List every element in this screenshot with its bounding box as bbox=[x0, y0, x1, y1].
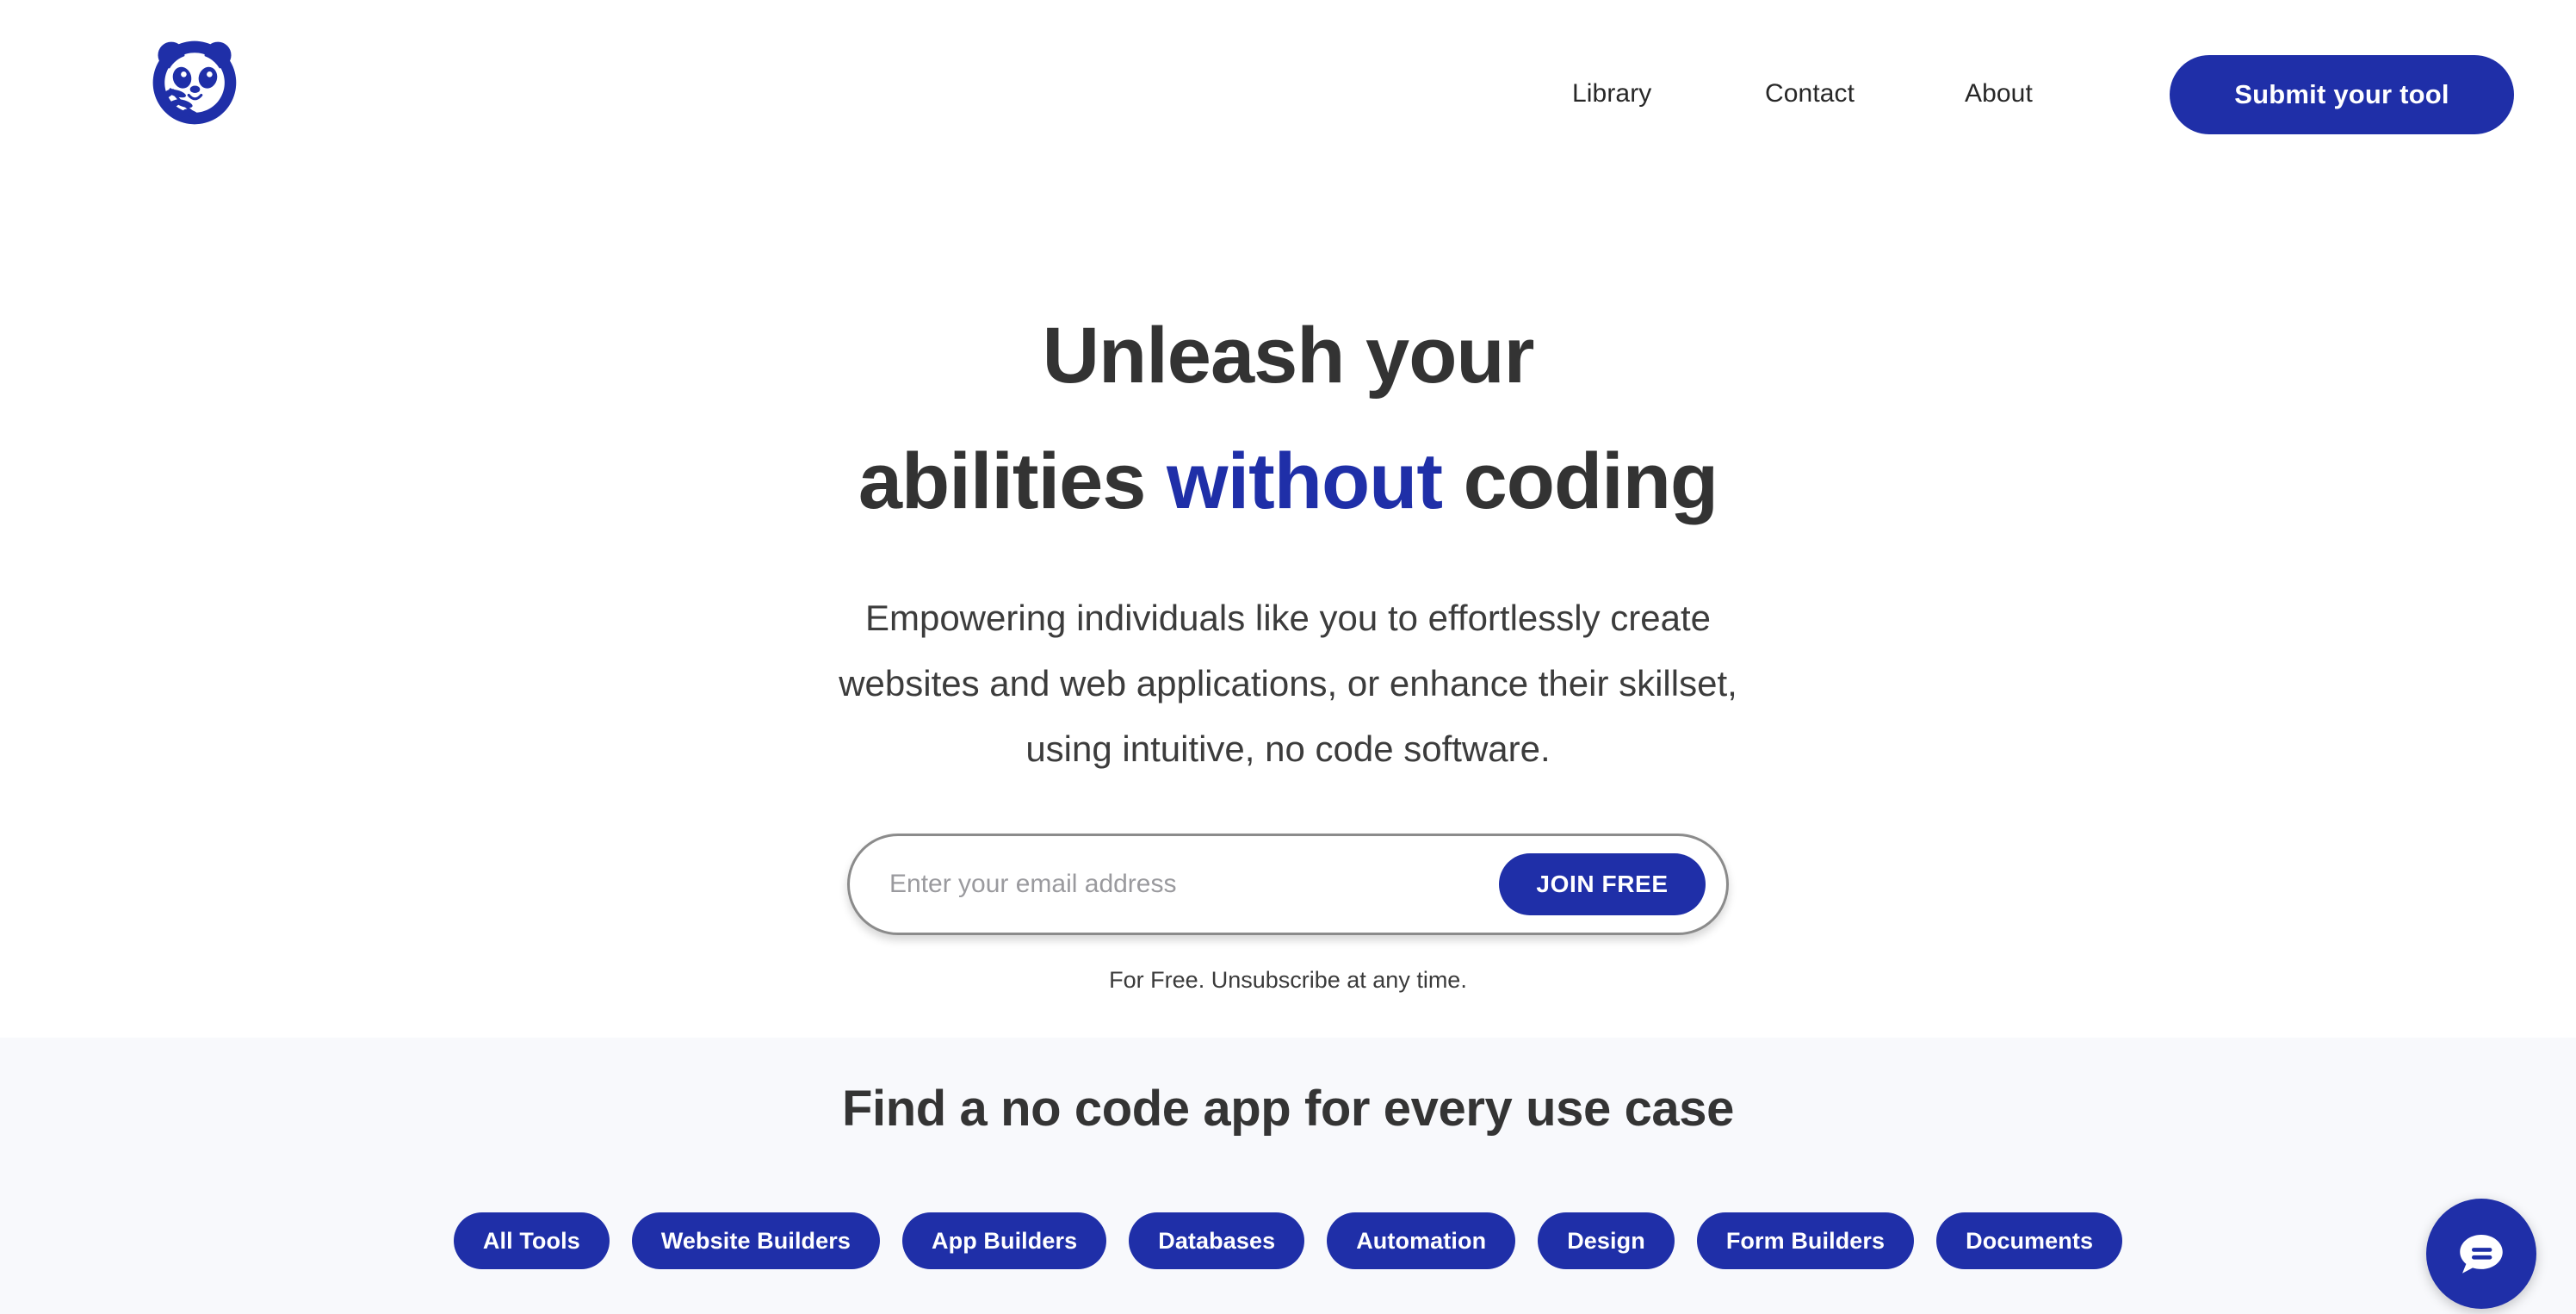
hero-subtitle-line-2: websites and web applications, or enhanc… bbox=[839, 663, 1737, 703]
category-pill-all-tools[interactable]: All Tools bbox=[453, 1212, 610, 1269]
category-pill-databases[interactable]: Databases bbox=[1129, 1212, 1305, 1269]
submit-your-tool-button[interactable]: Submit your tool bbox=[2170, 55, 2514, 134]
form-disclaimer-note: For Free. Unsubscribe at any time. bbox=[1109, 967, 1467, 993]
hero-title-line-2-pre: abilities bbox=[858, 437, 1167, 525]
category-filter-row: All Tools Website Builders App Builders … bbox=[0, 1212, 2576, 1269]
chat-widget-button[interactable] bbox=[2426, 1199, 2536, 1309]
nav-item-library[interactable]: Library bbox=[1541, 0, 1731, 108]
hero-subtitle-line-1: Empowering individuals like you to effor… bbox=[864, 598, 1712, 638]
nav-item-contact[interactable]: Contact bbox=[1731, 0, 1903, 108]
use-case-heading: Find a no code app for every use case bbox=[842, 1081, 1734, 1137]
email-input[interactable] bbox=[889, 838, 1499, 931]
hero-subtitle-line-3: using intuitive, no code software. bbox=[1025, 728, 1551, 769]
category-pill-design[interactable]: Design bbox=[1538, 1212, 1675, 1269]
use-case-section: Find a no code app for every use case Al… bbox=[0, 1038, 2576, 1314]
panda-logo-icon[interactable] bbox=[145, 33, 245, 133]
hero-subtitle: Empowering individuals like you to effor… bbox=[0, 586, 2576, 782]
category-pill-documents[interactable]: Documents bbox=[1936, 1212, 2123, 1269]
join-free-button[interactable]: JOIN FREE bbox=[1499, 853, 1706, 915]
hero-title-line-2-post: coding bbox=[1442, 437, 1719, 525]
page-root: Library Contact About Submit your tool U… bbox=[0, 0, 2576, 1314]
category-pill-automation[interactable]: Automation bbox=[1327, 1212, 1516, 1269]
hero-title-line-1: Unleash your bbox=[1042, 312, 1535, 400]
main-nav: Library Contact About bbox=[1541, 0, 2058, 189]
category-pill-app-builders[interactable]: App Builders bbox=[902, 1212, 1107, 1269]
email-signup-form: JOIN FREE bbox=[847, 834, 1729, 935]
hero-title-accent: without bbox=[1167, 437, 1443, 525]
category-pill-website-builders[interactable]: Website Builders bbox=[631, 1212, 880, 1269]
nav-item-about[interactable]: About bbox=[1903, 0, 2058, 108]
site-header: Library Contact About Submit your tool bbox=[0, 0, 2576, 189]
page-title: Unleash your abilities without coding bbox=[0, 293, 2576, 544]
category-pill-form-builders[interactable]: Form Builders bbox=[1696, 1212, 1915, 1269]
chat-bubble-icon bbox=[2453, 1225, 2510, 1282]
